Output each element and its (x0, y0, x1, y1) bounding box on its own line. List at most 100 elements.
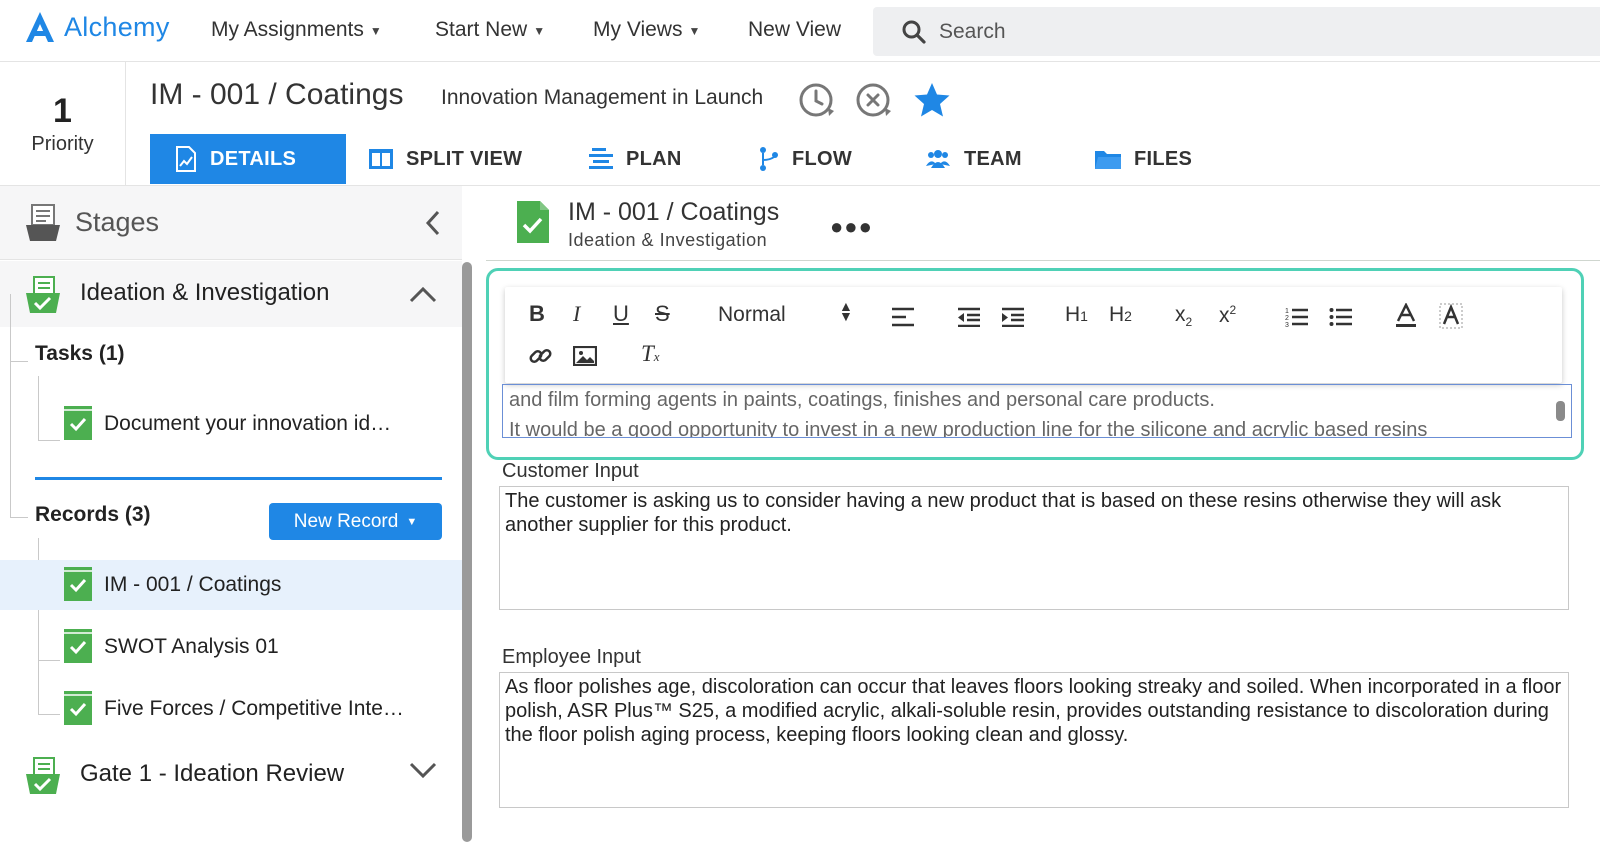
tab-split-view[interactable]: SPLIT VIEW (346, 134, 566, 184)
customer-input-field[interactable]: The customer is asking us to consider ha… (499, 486, 1569, 610)
nav-my-assignments[interactable]: My Assignments ▼ (211, 18, 382, 42)
tab-files[interactable]: FILES (1072, 134, 1232, 184)
document-check-icon (64, 406, 92, 440)
record-item-swot[interactable]: SWOT Analysis 01 (0, 622, 462, 672)
record-details-panel: IM - 001 / Coatings Ideation & Investiga… (486, 186, 1600, 842)
alchemy-logo[interactable]: Alchemy (24, 10, 170, 44)
details-icon (176, 146, 196, 172)
record-item-im-001[interactable]: IM - 001 / Coatings (0, 560, 462, 610)
search-input[interactable] (939, 19, 1539, 44)
customer-input-label: Customer Input (502, 460, 639, 482)
document-check-icon (64, 691, 92, 725)
chevron-down-icon: ▼ (688, 24, 701, 38)
bullet-list-icon[interactable] (1329, 305, 1353, 329)
tasks-group-label: Tasks (1) (35, 342, 125, 365)
strikethrough-button[interactable]: S (655, 301, 670, 327)
stage-ideation-investigation[interactable]: Ideation & Investigation (0, 261, 462, 327)
heading-1-button[interactable]: H1 (1065, 303, 1088, 327)
subscript-button[interactable]: x2 (1175, 303, 1192, 329)
tab-plan[interactable]: PLAN (566, 134, 736, 184)
record-label: IM - 001 / Coatings (104, 573, 282, 596)
history-clock-icon[interactable] (798, 80, 838, 120)
flow-icon (760, 147, 778, 171)
stage-document-icon (26, 757, 60, 794)
background-color-icon[interactable] (1439, 303, 1463, 329)
nav-new-view[interactable]: New View (748, 18, 841, 42)
chevron-down-icon[interactable] (409, 762, 437, 780)
nav-my-views[interactable]: My Views ▼ (593, 18, 700, 42)
nav-start-new[interactable]: Start New ▼ (435, 18, 545, 42)
clear-format-button[interactable]: Tx (641, 341, 660, 367)
tab-team[interactable]: TEAM (902, 134, 1072, 184)
stages-title: Stages (75, 207, 160, 237)
cancel-cycle-icon[interactable] (855, 80, 895, 120)
stages-header: Stages (0, 186, 462, 260)
stage-label: Gate 1 - Ideation Review (80, 760, 345, 787)
task-label: Document your innovation id… (104, 412, 392, 435)
svg-text:3: 3 (1285, 322, 1289, 329)
ordered-list-icon[interactable]: 1 2 3 (1285, 305, 1309, 329)
stages-sidebar: Stages Ideation & Investigation Tasks (1… (0, 186, 462, 842)
text-color-icon[interactable] (1395, 303, 1417, 329)
bold-button[interactable]: B (529, 301, 545, 327)
document-check-icon (64, 567, 92, 601)
team-icon (926, 150, 950, 168)
stage-document-icon (26, 276, 60, 313)
outdent-icon[interactable] (957, 307, 981, 327)
chevron-up-icon[interactable] (409, 285, 437, 303)
stages-icon (26, 204, 60, 241)
rich-text-editor: B I U S Normal ▲ ▼ H1 H2 x2 x2 1 2 3 Tx … (486, 268, 1584, 460)
chevron-down-icon: ▼ (369, 24, 382, 38)
record-label: SWOT Analysis 01 (104, 635, 279, 658)
priority-value: 1 (53, 92, 72, 130)
underline-button[interactable]: U (613, 301, 629, 327)
folder-icon (1095, 151, 1121, 169)
indent-icon[interactable] (1001, 307, 1025, 327)
section-divider (35, 477, 442, 480)
svg-text:2: 2 (1285, 315, 1289, 322)
stage-gate-1[interactable]: Gate 1 - Ideation Review (0, 742, 462, 808)
tree-connector (10, 517, 28, 518)
employee-input-field[interactable]: As floor polishes age, discoloration can… (499, 672, 1569, 808)
heading-2-button[interactable]: H2 (1109, 303, 1132, 327)
document-check-icon (64, 629, 92, 663)
chevron-down-icon: ▼ (533, 24, 546, 38)
more-options-icon[interactable]: ●●● (830, 214, 873, 240)
alchemy-logo-icon (26, 12, 54, 42)
svg-text:1: 1 (1285, 308, 1289, 315)
tab-details[interactable]: DETAILS (150, 134, 346, 184)
task-item[interactable]: Document your innovation id… (0, 399, 462, 449)
superscript-button[interactable]: x2 (1219, 303, 1236, 328)
format-select-arrows-icon[interactable]: ▲ ▼ (839, 299, 853, 323)
split-view-icon (369, 149, 393, 169)
align-icon[interactable] (891, 307, 915, 327)
priority-label: Priority (31, 133, 94, 155)
favorite-star-icon[interactable] (912, 80, 952, 120)
record-item-five-forces[interactable]: Five Forces / Competitive Inte… (0, 684, 462, 734)
editor-content[interactable]: and film forming agents in paints, coati… (502, 384, 1572, 438)
top-navigation: Alchemy My Assignments ▼ Start New ▼ My … (0, 0, 1600, 62)
format-select[interactable]: Normal (718, 303, 786, 327)
tab-flow[interactable]: FLOW (736, 134, 902, 184)
tree-connector (10, 361, 28, 362)
record-stage: Ideation & Investigation (568, 230, 768, 250)
record-title: IM - 001 / Coatings (568, 198, 780, 226)
italic-button[interactable]: I (573, 301, 580, 327)
sidebar-scrollbar[interactable] (462, 262, 472, 842)
search-icon (902, 20, 926, 44)
plan-icon (589, 148, 613, 169)
editor-scrollbar[interactable] (1556, 401, 1565, 421)
record-tabs: DETAILS SPLIT VIEW PLAN FLOW TEAM FILES (150, 134, 1232, 184)
workflow-subtitle: Innovation Management in Launch (441, 86, 764, 109)
link-icon[interactable] (529, 344, 553, 368)
page-title: IM - 001 / Coatings (150, 78, 404, 111)
priority-box: 1 Priority (0, 62, 126, 186)
collapse-sidebar-icon[interactable] (425, 210, 441, 236)
image-icon[interactable] (573, 346, 597, 366)
new-record-button[interactable]: New Record ▼ (269, 503, 442, 540)
title-divider (486, 260, 1600, 261)
editor-toolbar: B I U S Normal ▲ ▼ H1 H2 x2 x2 1 2 3 Tx (505, 287, 1562, 383)
records-group-label: Records (3) (35, 503, 151, 526)
search-bar (873, 7, 1600, 56)
chevron-down-icon: ▼ (406, 515, 418, 528)
